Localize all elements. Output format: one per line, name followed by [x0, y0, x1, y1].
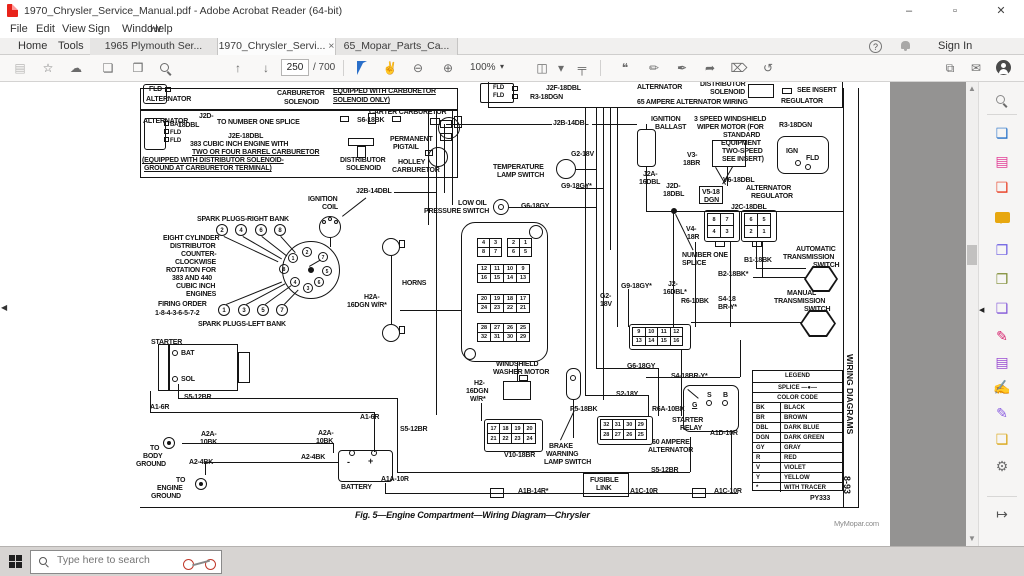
select-tool-icon[interactable]: [357, 61, 367, 75]
menu-item-sign[interactable]: Sign: [84, 23, 114, 35]
export-page-icon[interactable]: ❏: [98, 59, 118, 77]
prepare-form-icon[interactable]: ▤: [993, 353, 1011, 371]
save-icon[interactable]: ▤: [10, 59, 30, 77]
search-tools-icon[interactable]: [996, 95, 1005, 104]
sign-in-button[interactable]: Sign In: [938, 38, 972, 55]
window-title: 1970_Chrysler_Service_Manual.pdf - Adobe…: [24, 5, 342, 17]
create-pdf-icon[interactable]: ❏: [993, 178, 1011, 196]
collapse-left-icon[interactable]: ◀: [1, 303, 7, 312]
zoom-in-icon[interactable]: ⊕: [438, 59, 458, 77]
separator: [343, 60, 344, 76]
tab-home[interactable]: Home: [18, 38, 47, 55]
collapse-pane-icon[interactable]: ◀: [979, 306, 984, 314]
zoom-out-icon[interactable]: ⊖: [408, 59, 428, 77]
separator: [600, 60, 601, 76]
organize-pages-icon[interactable]: ❐: [993, 270, 1011, 288]
trash-icon[interactable]: ⌦: [729, 59, 749, 77]
page-background: [890, 82, 966, 546]
bell-icon[interactable]: [901, 41, 910, 49]
compress-pdf-icon[interactable]: ❏: [993, 299, 1011, 317]
document-view: ▲ ▼ ◀ ❏ ▤ ❏ ❐ ❐ ❏ ✎ ▤ ✍ ✎ ❏ ⚙ ↦: [0, 82, 1024, 546]
stamp-icon[interactable]: ❏: [993, 430, 1011, 448]
email-icon[interactable]: ✉: [966, 59, 986, 77]
profile-icon[interactable]: [996, 60, 1011, 75]
search-box[interactable]: [30, 550, 222, 574]
vertical-scrollbar[interactable]: ▲ ▼: [966, 82, 978, 546]
more-tools-icon[interactable]: ⚙: [993, 457, 1011, 475]
highlight-icon[interactable]: ✏: [644, 59, 664, 77]
cloud-upload-icon[interactable]: ☁: [66, 59, 86, 77]
maximize-button[interactable]: ▫: [935, 0, 975, 22]
combine-files-icon[interactable]: ❐: [993, 241, 1011, 259]
menu-bar: FileEditViewSignWindowHelp: [0, 22, 1024, 38]
page-total: / 700: [313, 62, 335, 73]
scroll-up-icon[interactable]: ▲: [966, 84, 978, 93]
tab-strip: 1965 Plymouth Ser... 1970_Chrysler_Servi.…: [90, 38, 458, 55]
tab-label: 65_Mopar_Parts_Ca...: [344, 40, 450, 52]
sign-icon[interactable]: ✒: [672, 59, 692, 77]
close-button[interactable]: ✕: [981, 0, 1021, 22]
tools-sidebar: ◀ ❏ ▤ ❏ ❐ ❐ ❏ ✎ ▤ ✍ ✎ ❏ ⚙ ↦: [978, 82, 1024, 546]
document-tab[interactable]: 65_Mopar_Parts_Ca...: [336, 38, 458, 55]
divider: [987, 496, 1017, 497]
bicycle-doodle: [183, 556, 219, 572]
tab-label: 1965 Plymouth Ser...: [105, 40, 202, 52]
minimize-button[interactable]: –: [889, 0, 929, 22]
menu-item-edit[interactable]: Edit: [32, 23, 59, 35]
taskbar: ☀ 78°F Sunny ∧ ☁ ◁)) 4:48 PM 6/3/2023 8: [0, 546, 1024, 576]
scrollbar-thumb[interactable]: [967, 245, 977, 265]
fit-width-icon[interactable]: ◫: [532, 59, 552, 77]
comment-icon[interactable]: [995, 212, 1010, 223]
request-signatures-icon[interactable]: ✍: [993, 378, 1011, 396]
export-pdf-icon[interactable]: ❏: [993, 124, 1011, 142]
undo-icon[interactable]: ↺: [758, 59, 778, 77]
measure-icon[interactable]: ✎: [993, 404, 1011, 422]
share-link-icon[interactable]: ⧉: [940, 59, 960, 77]
tab-bar: 1965 Plymouth Ser... 1970_Chrysler_Servi.…: [0, 38, 1024, 55]
hand-tool-icon[interactable]: ✌: [380, 59, 400, 77]
help-icon[interactable]: ?: [869, 40, 882, 53]
zoom-caret-icon[interactable]: ▾: [500, 62, 504, 71]
fill-sign-icon[interactable]: ✎: [993, 327, 1011, 345]
pdf-file-icon: [7, 4, 18, 17]
document-tab[interactable]: 1965 Plymouth Ser...: [90, 38, 218, 55]
caret-icon[interactable]: ▾: [551, 59, 571, 77]
menu-item-file[interactable]: File: [6, 23, 32, 35]
toolbar: / 700 100% ▾ ▤☆☁❏❒↑↓✌⊖⊕◫▾╤❝✏✒➦⌦↺⧉✉: [0, 55, 1024, 82]
star-icon[interactable]: ☆: [38, 59, 58, 77]
page-up-icon[interactable]: ↑: [228, 59, 248, 77]
divider: [987, 114, 1017, 115]
page-down-icon[interactable]: ↓: [256, 59, 276, 77]
print-icon[interactable]: ❒: [128, 59, 148, 77]
tab-label: 1970_Chrysler_Servi...: [219, 40, 326, 52]
tab-close-icon[interactable]: ×: [325, 40, 334, 52]
title-bar: 1970_Chrysler_Service_Manual.pdf - Adobe…: [0, 0, 1024, 22]
page-number-input[interactable]: [281, 59, 309, 76]
search-icon: [39, 557, 47, 565]
start-button[interactable]: [9, 555, 22, 568]
tab-tools[interactable]: Tools: [58, 38, 84, 55]
document-tab[interactable]: 1970_Chrysler_Servi... ×: [218, 38, 336, 55]
scroll-down-icon[interactable]: ▼: [966, 534, 978, 543]
search-icon[interactable]: [160, 63, 169, 72]
comment-icon[interactable]: ❝: [615, 59, 635, 77]
ruler-icon[interactable]: ╤: [572, 59, 592, 77]
open-tools-pane-icon[interactable]: ↦: [993, 505, 1011, 523]
send-icon[interactable]: ➦: [700, 59, 720, 77]
search-input[interactable]: [57, 554, 187, 566]
zoom-level[interactable]: 100%: [470, 62, 496, 73]
edit-pdf-icon[interactable]: ▤: [993, 152, 1011, 170]
menu-item-help[interactable]: Help: [146, 23, 177, 35]
